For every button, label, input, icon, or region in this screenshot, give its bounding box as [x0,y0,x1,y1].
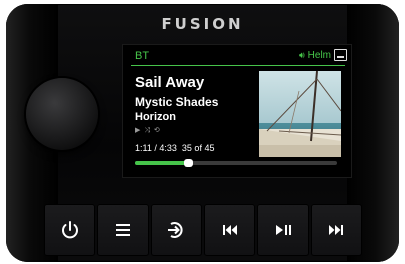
menu-icon [115,224,130,236]
brand-logo: FUSION [161,15,244,33]
source-icon [168,222,183,238]
track-artist: Mystic Shades [135,95,219,109]
elapsed-time: 1:11 [135,143,152,153]
shuffle-icon: ⤨ [144,127,151,134]
progress-bar[interactable] [135,159,337,167]
previous-track-icon [222,225,237,235]
track-position: 35 of 45 [181,143,215,153]
stereo-unit: FUSION BT 🔊︎ Helm Sail Away Mystic Shades… [6,4,399,262]
display-screen: BT 🔊︎ Helm Sail Away Mystic Shades Horizo… [122,44,352,178]
previous-track-button[interactable] [203,204,256,256]
menu-button[interactable] [97,204,149,256]
progress-thumb[interactable] [183,159,193,167]
source-button[interactable] [150,204,202,256]
time-info: 1:11 / 4:33 35 of 45 [135,143,215,153]
track-duration: 4:33 [159,143,177,153]
playback-modes: ▶ ⤨ ⟲ [135,126,161,135]
header-divider [131,65,345,66]
progress-fill [135,161,188,165]
zone-indicator[interactable]: 🔊︎ Helm [299,50,331,61]
track-title: Sail Away [135,74,205,91]
control-buttons [44,204,362,256]
next-track-button[interactable] [310,204,362,256]
play-pause-button[interactable] [257,204,309,256]
volume-knob[interactable] [26,78,98,150]
zone-label: Helm [307,50,331,61]
screen-menu-icon[interactable] [334,49,347,61]
track-album: Horizon [135,111,176,123]
power-button[interactable] [44,204,96,256]
play-pause-icon [275,225,291,235]
speaker-icon: 🔊︎ [298,50,305,60]
source-label: BT [135,50,150,62]
repeat-icon: ⟲ [153,127,161,134]
next-track-icon [329,225,344,235]
power-icon [61,221,78,239]
play-icon: ▶ [135,127,142,134]
album-art [259,71,341,157]
